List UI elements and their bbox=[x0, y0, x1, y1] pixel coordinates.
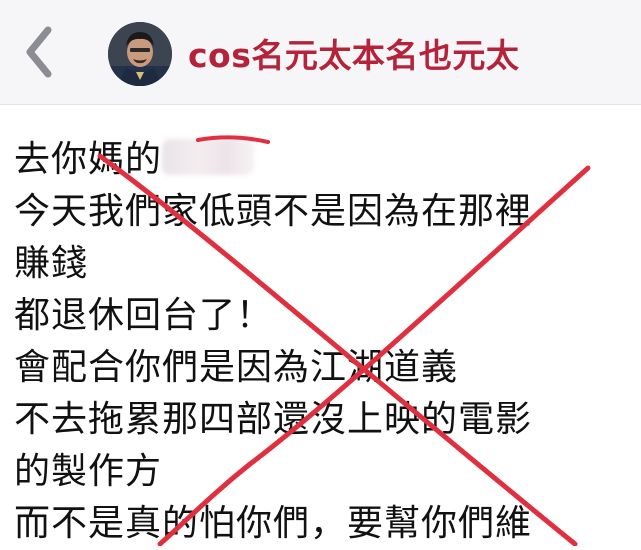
post-line: 賺錢 bbox=[14, 243, 89, 284]
profile-avatar-icon bbox=[108, 22, 172, 86]
back-button[interactable] bbox=[18, 24, 62, 80]
post-line: 的製作方 bbox=[14, 451, 163, 492]
post-line: 去你媽的 bbox=[14, 134, 641, 186]
post-line: 都退休回台了！ bbox=[14, 295, 274, 336]
post-line: 今天我們家低頭不是因為在那裡 bbox=[14, 191, 533, 232]
post-line: 不去拖累那四部還沒上映的電影 bbox=[14, 399, 533, 440]
page-title: cos名元太本名也元太 bbox=[188, 36, 520, 75]
post-line: 而不是真的怕你們，要幫你們維 bbox=[14, 503, 533, 544]
redacted-blur bbox=[162, 139, 255, 175]
post-line-text: 去你媽的 bbox=[14, 139, 163, 180]
post-content: 去你媽的 今天我們家低頭不是因為在那裡 賺錢 都退休回台了！ 會配合你們是因為江… bbox=[14, 134, 641, 550]
chat-header: cos名元太本名也元太 bbox=[0, 0, 641, 105]
avatar[interactable] bbox=[108, 22, 172, 86]
post-line: 會配合你們是因為江湖道義 bbox=[14, 347, 459, 388]
chevron-left-icon bbox=[26, 26, 52, 78]
